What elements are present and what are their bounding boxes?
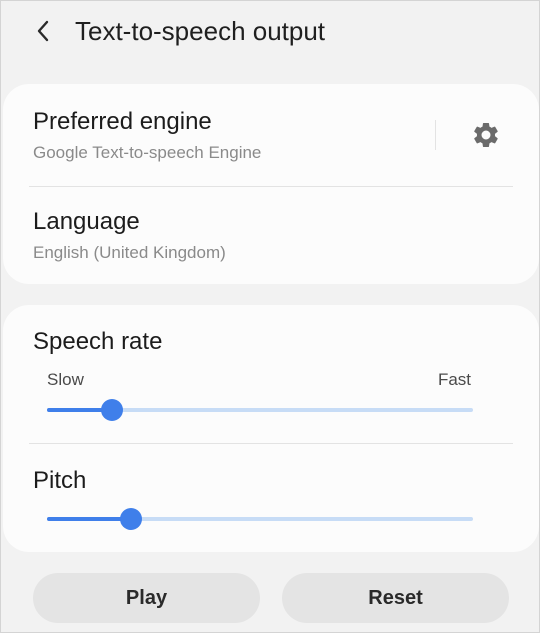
back-button[interactable] [29, 15, 57, 47]
gear-icon [474, 122, 498, 148]
row-divider [29, 443, 513, 444]
app-header: Text-to-speech output [1, 1, 540, 63]
reset-button[interactable]: Reset [282, 573, 509, 623]
row-divider [29, 186, 513, 187]
slow-label: Slow [47, 370, 84, 389]
chevron-left-icon [37, 20, 49, 42]
preferred-engine-title: Preferred engine [33, 108, 212, 135]
play-button[interactable]: Play [33, 573, 260, 623]
preferred-engine-value: Google Text-to-speech Engine [33, 143, 262, 162]
language-title: Language [33, 208, 140, 235]
speech-rate-title: Speech rate [33, 328, 163, 355]
slider-fill [47, 517, 131, 521]
vertical-divider [435, 120, 436, 150]
fast-label: Fast [437, 370, 471, 389]
slider-thumb[interactable] [101, 399, 123, 421]
pitch-title: Pitch [33, 467, 87, 494]
pitch-slider[interactable] [47, 507, 473, 531]
speech-rate-slider[interactable] [47, 398, 473, 422]
engine-settings-button[interactable] [469, 118, 503, 152]
language-value: English (United Kingdom) [33, 243, 226, 262]
slider-thumb[interactable] [120, 508, 142, 530]
page-title: Text-to-speech output [75, 16, 326, 46]
engine-language-card: Preferred engine Google Text-to-speech E… [3, 84, 539, 284]
speech-settings-card: Speech rate Slow Fast Pitch [3, 305, 539, 552]
